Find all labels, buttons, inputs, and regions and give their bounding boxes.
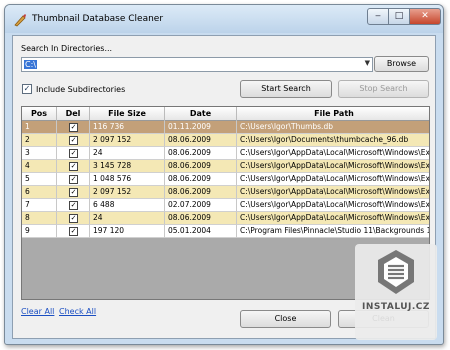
column-header-file-path[interactable]: File Path <box>237 107 429 121</box>
cell-size[interactable]: 116 736 <box>90 121 165 134</box>
cell-size[interactable]: 24 <box>90 147 165 160</box>
cell-path[interactable]: C:\Users\Igor\AppData\Local\Microsoft\Wi… <box>237 212 429 225</box>
cell-date[interactable]: 08.06.2009 <box>165 173 237 186</box>
table-row[interactable]: 7 ✓ 6 488 02.07.2009 C:\Users\Igor\AppData\L… <box>22 199 429 212</box>
table-row[interactable]: 2 ✓ 2 097 152 08.06.2009 C:\Users\Igor\Docum… <box>22 134 429 147</box>
cell-pos[interactable]: 2 <box>22 134 57 147</box>
cell-pos[interactable]: 1 <box>22 121 57 134</box>
directory-combobox[interactable]: C:\ ▼ <box>21 57 373 72</box>
cell-size[interactable]: 197 120 <box>90 225 165 238</box>
cell-pos[interactable]: 3 <box>22 147 57 160</box>
delete-checkbox[interactable]: ✓ <box>69 214 78 223</box>
cell-size[interactable]: 6 488 <box>90 199 165 212</box>
cell-del: ✓ <box>57 134 90 147</box>
cell-pos[interactable]: 4 <box>22 160 57 173</box>
app-window: Thumbnail Database Cleaner ‒ □ ✕ Search … <box>4 4 444 345</box>
cell-del: ✓ <box>57 199 90 212</box>
clear-all-link[interactable]: Clear All <box>21 307 54 316</box>
watermark: INSTALUJ.CZ <box>355 244 437 340</box>
table-row[interactable]: 1 ✓ 116 736 01.11.2009 C:\Users\Igor\Thumbs.… <box>22 121 429 134</box>
chevron-down-icon[interactable]: ▼ <box>365 59 370 67</box>
cell-path[interactable]: C:\Program Files\Pinnacle\Studio 11\Back… <box>237 225 429 238</box>
cell-size[interactable]: 24 <box>90 212 165 225</box>
cell-date[interactable]: 05.01.2004 <box>165 225 237 238</box>
cell-path[interactable]: C:\Users\Igor\Thumbs.db <box>237 121 429 134</box>
table-row[interactable]: 4 ✓ 3 145 728 08.06.2009 C:\Users\Igor\AppDa… <box>22 160 429 173</box>
cell-del: ✓ <box>57 160 90 173</box>
cell-pos[interactable]: 7 <box>22 199 57 212</box>
cell-date[interactable]: 08.06.2009 <box>165 134 237 147</box>
cell-path[interactable]: C:\Users\Igor\Documents\thumbcache_96.db <box>237 134 429 147</box>
column-header-date[interactable]: Date <box>165 107 237 121</box>
cell-path[interactable]: C:\Users\Igor\AppData\Local\Microsoft\Wi… <box>237 199 429 212</box>
table-header: Pos Del File Size Date File Path <box>22 107 429 121</box>
cell-date[interactable]: 08.06.2009 <box>165 186 237 199</box>
include-subdirectories-checkbox[interactable]: ✓ <box>22 84 32 94</box>
app-icon <box>14 14 26 27</box>
table-row[interactable]: 8 ✓ 24 08.06.2009 C:\Users\Igor\AppData\Loca… <box>22 212 429 225</box>
cell-date[interactable]: 02.07.2009 <box>165 199 237 212</box>
delete-checkbox[interactable]: ✓ <box>69 162 78 171</box>
cell-pos[interactable]: 6 <box>22 186 57 199</box>
cell-date[interactable]: 08.06.2009 <box>165 147 237 160</box>
table-row[interactable]: 5 ✓ 1 048 576 08.06.2009 C:\Users\Igor\AppDa… <box>22 173 429 186</box>
cell-pos[interactable]: 5 <box>22 173 57 186</box>
search-directories-label: Search In Directories... <box>21 44 113 53</box>
table-row[interactable]: 3 ✓ 24 08.06.2009 C:\Users\Igor\AppData\Loca… <box>22 147 429 160</box>
delete-checkbox[interactable]: ✓ <box>69 136 78 145</box>
check-all-link[interactable]: Check All <box>59 307 96 316</box>
column-header-file-size[interactable]: File Size <box>90 107 165 121</box>
minimize-button[interactable]: ‒ <box>367 8 389 25</box>
stop-search-button[interactable]: Stop Search <box>338 80 429 98</box>
table-row[interactable]: 9 ✓ 197 120 05.01.2004 C:\Program Files\Pinn… <box>22 225 429 238</box>
maximize-button[interactable]: □ <box>388 8 410 25</box>
cell-path[interactable]: C:\Users\Igor\AppData\Local\Microsoft\Wi… <box>237 186 429 199</box>
cell-del: ✓ <box>57 121 90 134</box>
start-search-button[interactable]: Start Search <box>240 80 332 98</box>
delete-checkbox[interactable]: ✓ <box>69 175 78 184</box>
cell-path[interactable]: C:\Users\Igor\AppData\Local\Microsoft\Wi… <box>237 147 429 160</box>
delete-checkbox[interactable]: ✓ <box>69 123 78 132</box>
cell-date[interactable]: 01.11.2009 <box>165 121 237 134</box>
directory-value: C:\ <box>24 60 37 69</box>
include-subdirectories-label: Include Subdirectories <box>36 85 126 94</box>
cell-del: ✓ <box>57 225 90 238</box>
cell-pos[interactable]: 8 <box>22 212 57 225</box>
cell-size[interactable]: 1 048 576 <box>90 173 165 186</box>
column-header-del[interactable]: Del <box>57 107 90 121</box>
delete-checkbox[interactable]: ✓ <box>69 188 78 197</box>
cell-del: ✓ <box>57 212 90 225</box>
window-title: Thumbnail Database Cleaner <box>32 14 164 24</box>
watermark-text: INSTALUJ.CZ <box>362 302 430 312</box>
cell-del: ✓ <box>57 173 90 186</box>
delete-checkbox[interactable]: ✓ <box>69 149 78 158</box>
table-row[interactable]: 6 ✓ 2 097 152 08.06.2009 C:\Users\Igor\AppDa… <box>22 186 429 199</box>
cell-size[interactable]: 2 097 152 <box>90 134 165 147</box>
cell-path[interactable]: C:\Users\Igor\AppData\Local\Microsoft\Wi… <box>237 160 429 173</box>
cell-del: ✓ <box>57 147 90 160</box>
column-header-pos[interactable]: Pos <box>22 107 57 121</box>
delete-checkbox[interactable]: ✓ <box>69 201 78 210</box>
cell-path[interactable]: C:\Users\Igor\AppData\Local\Microsoft\Wi… <box>237 173 429 186</box>
title-bar[interactable]: Thumbnail Database Cleaner ‒ □ ✕ <box>5 5 443 33</box>
cell-pos[interactable]: 9 <box>22 225 57 238</box>
cell-date[interactable]: 08.06.2009 <box>165 160 237 173</box>
instaluj-logo-icon <box>378 250 414 294</box>
delete-checkbox[interactable]: ✓ <box>69 227 78 236</box>
cell-date[interactable]: 08.06.2009 <box>165 212 237 225</box>
cell-del: ✓ <box>57 186 90 199</box>
close-button[interactable]: Close <box>240 310 331 328</box>
cell-size[interactable]: 2 097 152 <box>90 186 165 199</box>
close-window-button[interactable]: ✕ <box>409 8 441 25</box>
cell-size[interactable]: 3 145 728 <box>90 160 165 173</box>
browse-button[interactable]: Browse <box>374 56 429 72</box>
